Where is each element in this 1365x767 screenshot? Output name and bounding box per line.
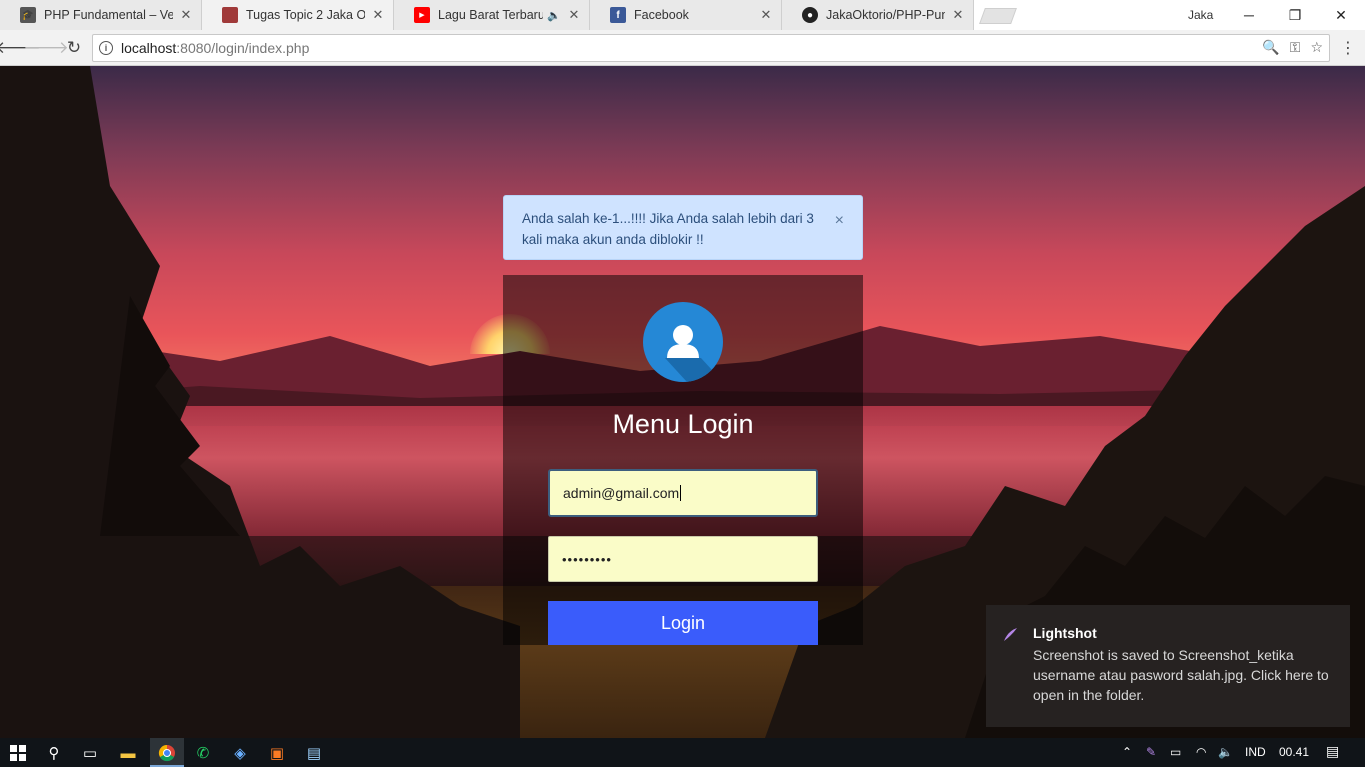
tab-title: Lagu Barat Terbaru 20 (438, 8, 544, 22)
whatsapp-icon[interactable]: ✆ (191, 741, 215, 765)
browser-toolbar: 🡐 🡒 ↻ i localhost:8080/login/index.php 🔍… (0, 30, 1365, 66)
windows-taskbar: ⚲ ▭ ▬ ✆ ◈ ▣ ▤ ⌃ ✎ ▭ ◠ 🔈 IND 00.41 ▤ (0, 738, 1365, 767)
tab-close-icon[interactable]: ✕ (951, 7, 965, 23)
tab-title: Tugas Topic 2 Jaka Oktor (246, 8, 365, 22)
tab-title: PHP Fundamental – Vect (44, 8, 173, 22)
login-button[interactable]: Login (548, 601, 818, 645)
graduation-cap-icon: 🎓 (20, 7, 36, 23)
photo-avatar-icon (222, 7, 238, 23)
address-bar[interactable]: i localhost:8080/login/index.php 🔍 ⚿ ☆ (92, 34, 1330, 62)
github-icon: ● (802, 7, 818, 23)
window-close-icon[interactable]: ✕ (1318, 0, 1364, 30)
error-alert: Anda salah ke-1...!!!! Jika Anda salah l… (503, 195, 863, 260)
action-center-icon[interactable]: ▤ (1326, 743, 1339, 760)
tab-close-icon[interactable]: ✕ (759, 7, 773, 23)
lightshot-tray-icon[interactable]: ✎ (1146, 745, 1156, 759)
star-icon[interactable]: ☆ (1310, 39, 1323, 56)
user-avatar-icon (643, 302, 723, 382)
feather-icon (1004, 628, 1017, 641)
cube-app-icon[interactable]: ◈ (228, 741, 252, 765)
tab-title: Facebook (634, 8, 689, 22)
email-field[interactable]: admin@gmail.com (548, 469, 818, 517)
youtube-icon: ▶ (414, 7, 430, 23)
clock[interactable]: 00.41 (1279, 745, 1309, 759)
minimize-icon[interactable]: ─ (1226, 0, 1272, 30)
file-explorer-icon[interactable]: ▬ (116, 741, 140, 765)
facebook-icon: f (610, 7, 626, 23)
notepad-icon[interactable]: ▤ (302, 741, 326, 765)
key-icon[interactable]: ⚿ (1290, 39, 1301, 56)
speaker-icon[interactable]: 🔈 (547, 9, 561, 22)
login-card: Menu Login admin@gmail.com ••••••••• Log… (503, 275, 863, 645)
toast-body: Screenshot is saved to Screenshot_ketika… (1033, 647, 1329, 703)
password-field[interactable]: ••••••••• (548, 536, 818, 582)
lightshot-notification[interactable]: Lightshot Screenshot is saved to Screens… (986, 605, 1350, 727)
zoom-icon[interactable]: 🔍 (1262, 39, 1279, 56)
forward-arrow-icon[interactable]: 🡒 (23, 36, 69, 60)
tab-php-fundamental[interactable]: 🎓 PHP Fundamental – Vect ✕ (0, 0, 202, 30)
restore-icon[interactable]: ❐ (1272, 0, 1318, 30)
info-icon[interactable]: i (99, 41, 113, 55)
search-icon[interactable]: ⚲ (42, 741, 66, 765)
xampp-icon[interactable]: ▣ (265, 741, 289, 765)
language-indicator[interactable]: IND (1245, 745, 1266, 759)
task-view-icon[interactable]: ▭ (78, 741, 102, 765)
url-text: localhost:8080/login/index.php (121, 40, 310, 56)
text-caret (680, 485, 682, 501)
browser-tab-strip: 🎓 PHP Fundamental – Vect ✕ Tugas Topic 2… (0, 0, 1365, 30)
toast-title: Lightshot (1033, 625, 1097, 641)
profile-name[interactable]: Jaka (1188, 8, 1213, 22)
tab-tugas-topic[interactable]: Tugas Topic 2 Jaka Oktor ✕ (202, 0, 394, 30)
volume-icon[interactable]: 🔈 (1218, 745, 1233, 759)
alert-message: Anda salah ke-1...!!!! Jika Anda salah l… (522, 211, 814, 247)
windows-start-icon[interactable] (6, 741, 30, 765)
chevron-up-icon[interactable]: ⌃ (1122, 745, 1132, 759)
new-tab-button[interactable] (979, 8, 1017, 24)
wifi-icon[interactable]: ◠ (1196, 745, 1206, 759)
battery-icon[interactable]: ▭ (1170, 745, 1181, 759)
alert-close-icon[interactable]: × (835, 210, 844, 231)
tab-facebook[interactable]: f Facebook ✕ (590, 0, 782, 30)
tab-close-icon[interactable]: ✕ (371, 7, 385, 23)
chrome-icon[interactable] (155, 741, 179, 765)
tab-title: JakaOktorio/PHP-Pundar (826, 8, 945, 22)
tab-github[interactable]: ● JakaOktorio/PHP-Pundar ✕ (782, 0, 974, 30)
tab-close-icon[interactable]: ✕ (179, 7, 193, 23)
tab-close-icon[interactable]: ✕ (567, 7, 581, 23)
reload-icon[interactable]: ↻ (62, 36, 86, 60)
tab-youtube[interactable]: ▶ Lagu Barat Terbaru 20 🔈 ✕ (394, 0, 590, 30)
page-title: Menu Login (612, 409, 754, 439)
trees-left (0, 66, 520, 738)
menu-dots-icon[interactable]: ⋮ (1340, 38, 1356, 58)
